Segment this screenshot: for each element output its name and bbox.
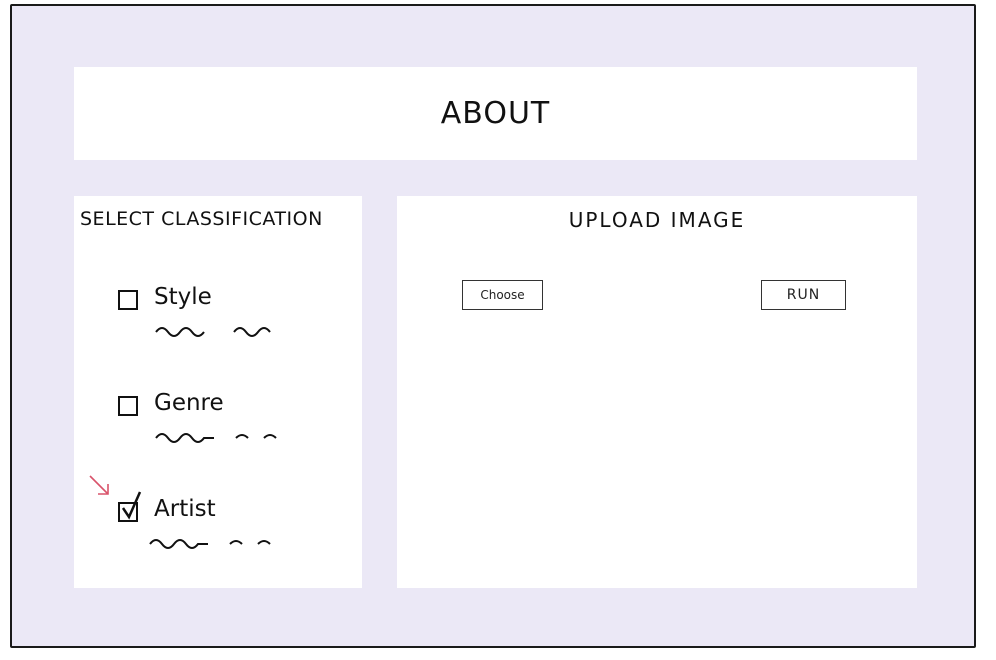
style-checkbox[interactable] xyxy=(118,290,138,310)
checkmark-icon xyxy=(121,491,142,520)
classification-heading: SELECT CLASSIFICATION xyxy=(80,208,323,230)
about-banner[interactable]: ABOUT xyxy=(74,67,917,160)
artist-label: Artist xyxy=(154,496,216,522)
classification-panel: SELECT CLASSIFICATION Style Genre Artist xyxy=(74,196,362,588)
choose-file-button[interactable]: Choose xyxy=(462,280,543,310)
upload-heading: UPLOAD IMAGE xyxy=(568,208,746,232)
genre-label: Genre xyxy=(154,390,224,416)
style-description-scribble xyxy=(155,327,271,337)
genre-description-scribble xyxy=(155,433,277,443)
about-title: ABOUT xyxy=(440,96,551,131)
upload-panel: UPLOAD IMAGE Choose RUN xyxy=(397,196,917,588)
app-window: ABOUT SELECT CLASSIFICATION Style Genre xyxy=(10,4,976,648)
artist-description-scribble xyxy=(149,539,271,549)
run-button[interactable]: RUN xyxy=(761,280,846,310)
arrow-pointer-icon xyxy=(89,475,109,495)
style-label: Style xyxy=(154,284,212,310)
genre-checkbox[interactable] xyxy=(118,396,138,416)
